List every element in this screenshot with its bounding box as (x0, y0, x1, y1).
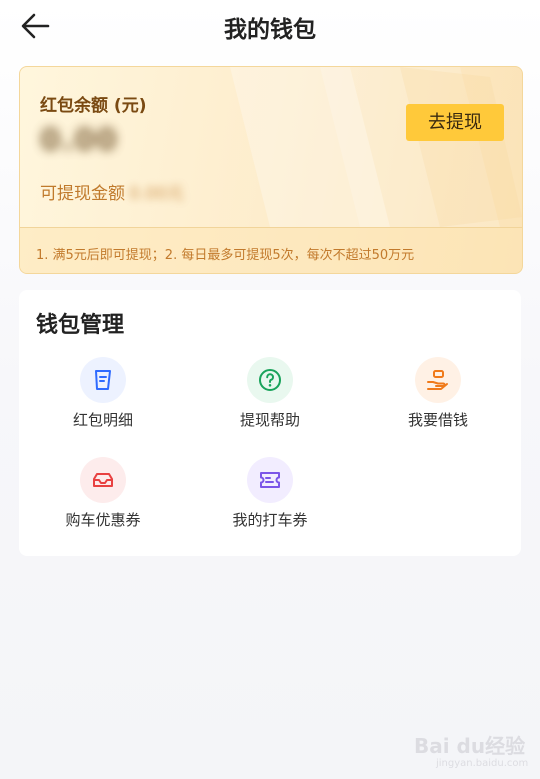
balance-amount: 0.00 (40, 123, 119, 158)
menu-item-label: 红包明细 (72, 411, 133, 429)
menu-item-label: 我的打车券 (232, 511, 308, 529)
ticket-icon (247, 457, 293, 503)
menu-item-withdraw-help[interactable]: 提现帮助 (200, 357, 340, 437)
top-bar: 我的钱包 (0, 0, 540, 52)
menu-item-label: 我要借钱 (407, 411, 468, 429)
menu-item-taxi-coupon[interactable]: 我的打车券 (200, 457, 340, 537)
document-icon (80, 357, 126, 403)
withdraw-button[interactable]: 去提现 (406, 104, 504, 141)
balance-card: 红包余额 (元) 0.00 可提现金额 0.00元 去提现 1. 满5元后即可提现… (19, 66, 523, 274)
hand-coin-icon (415, 357, 461, 403)
withdraw-rules: 1. 满5元后即可提现；2. 每日最多可提现5次，每次不超过50万元 (20, 227, 522, 273)
baidu-jingyan-watermark: Bai du经验 jingyan.baidu.com (408, 724, 530, 776)
wallet-management-card: 钱包管理 红包明细 提现帮助 我要借钱 购车优惠券 我的打车券 (19, 290, 521, 556)
car-icon (80, 457, 126, 503)
withdrawable-value: 0.00元 (129, 184, 184, 204)
page-title: 我的钱包 (224, 17, 316, 43)
withdrawable-label: 可提现金额 (40, 184, 125, 204)
menu-item-label: 提现帮助 (239, 411, 300, 429)
menu-item-label: 购车优惠券 (65, 511, 141, 529)
balance-label: 红包余额 (元) (40, 96, 147, 116)
withdraw-rules-text: 1. 满5元后即可提现；2. 每日最多可提现5次，每次不超过50万元 (36, 248, 415, 263)
menu-item-car-coupon[interactable]: 购车优惠券 (33, 457, 173, 537)
question-circle-icon (247, 357, 293, 403)
menu-item-red-packet-details[interactable]: 红包明细 (33, 357, 173, 437)
watermark-brand: Bai du经验 (414, 734, 526, 758)
withdrawable-amount: 可提现金额 0.00元 (40, 179, 184, 204)
watermark-url: jingyan.baidu.com (436, 758, 529, 769)
section-title: 钱包管理 (36, 313, 125, 338)
menu-item-borrow-money[interactable]: 我要借钱 (368, 357, 508, 437)
